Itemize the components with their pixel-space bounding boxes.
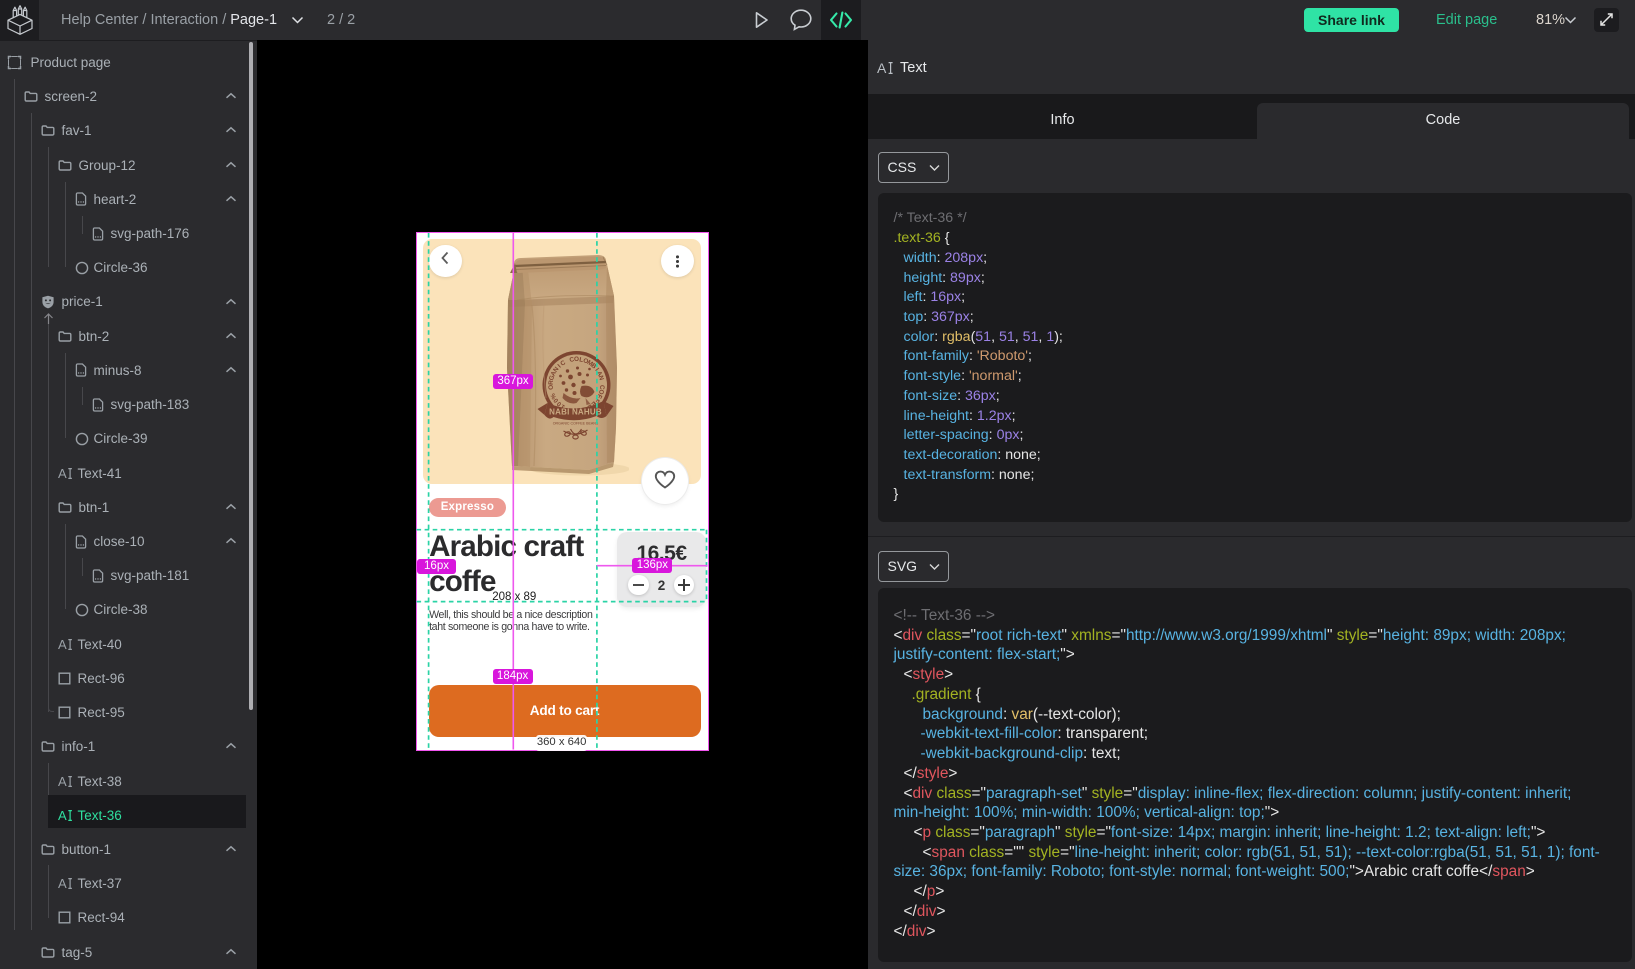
svg-text:A: A [58,638,67,651]
svg-text:A: A [58,775,67,788]
svg-text:A: A [877,61,887,75]
svg-text:A: A [58,809,67,822]
svg-text:A: A [58,877,67,890]
svg-text:A: A [58,467,67,480]
